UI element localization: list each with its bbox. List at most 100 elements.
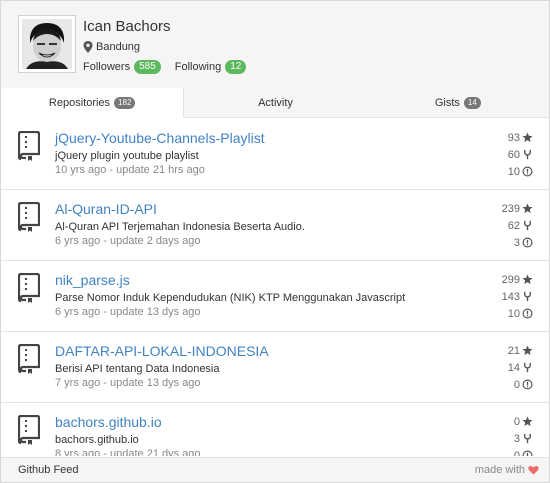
forks-count: 14 — [507, 361, 520, 374]
repo-forks: 143 — [473, 288, 533, 305]
repo-stats: 239 62 3 — [473, 200, 533, 251]
list-item: nik_parse.js Parse Nomor Induk Kependudu… — [1, 261, 549, 332]
tab-label: Repositories — [48, 96, 111, 109]
repo-stars: 93 — [473, 129, 533, 146]
issues-count: 0 — [513, 378, 520, 391]
tab-activity[interactable]: Activity — [184, 88, 366, 117]
footer-credit[interactable]: made with — [475, 464, 539, 476]
avatar[interactable] — [18, 15, 76, 73]
issues-count: 0 — [513, 449, 520, 457]
repo-name-link[interactable]: jQuery-Youtube-Channels-Playlist — [55, 130, 265, 146]
repo-stats: 21 14 0 — [473, 342, 533, 393]
profile-stats: Followers 585 Following 12 — [83, 60, 260, 74]
repo-meta: 8 yrs ago - update 21 dys ago — [55, 448, 201, 456]
repo-stats: 0 3 0 — [473, 413, 533, 456]
repo-issues: 3 — [473, 234, 533, 251]
repo-name-link[interactable]: bachors.github.io — [55, 414, 162, 430]
followers-label: Followers — [83, 61, 131, 73]
widget-footer: Github Feed made with — [1, 457, 549, 482]
repo-stars: 0 — [473, 413, 533, 430]
repo-description: Al-Quran API Terjemahan Indonesia Besert… — [55, 221, 305, 233]
stars-count: 239 — [501, 202, 520, 215]
repo-issues: 10 — [473, 305, 533, 322]
map-marker-icon — [83, 41, 93, 53]
location-text: Bandung — [96, 41, 141, 53]
repo-issues: 0 — [473, 376, 533, 393]
profile-location: Bandung — [83, 41, 140, 53]
list-item: DAFTAR-API-LOKAL-INDONESIA Berisi API te… — [1, 332, 549, 403]
footer-title[interactable]: Github Feed — [18, 464, 79, 476]
repo-name-link[interactable]: nik_parse.js — [55, 272, 130, 288]
issues-count: 3 — [513, 236, 520, 249]
tab-bar: Repositories 182 Activity Gists 14 — [1, 88, 549, 118]
repo-meta: 7 yrs ago - update 13 dys ago — [55, 377, 201, 389]
tab-repositories[interactable]: Repositories 182 — [1, 88, 185, 118]
fork-icon — [524, 362, 531, 373]
issue-icon — [522, 308, 533, 319]
repo-forks: 62 — [473, 217, 533, 234]
repo-description: Berisi API tentang Data Indonesia — [55, 363, 220, 375]
forks-count: 60 — [507, 148, 520, 161]
gists-count-badge: 14 — [463, 96, 481, 109]
repo-stars: 299 — [473, 271, 533, 288]
repo-stars: 21 — [473, 342, 533, 359]
star-icon — [522, 345, 533, 356]
repo-name-link[interactable]: Al-Quran-ID-API — [55, 201, 157, 217]
followers-count-badge: 585 — [134, 60, 161, 74]
forks-count: 62 — [507, 219, 520, 232]
star-icon — [522, 274, 533, 285]
issue-icon — [522, 237, 533, 248]
issue-icon — [522, 379, 533, 390]
repo-forks: 60 — [473, 146, 533, 163]
repositories-count-badge: 182 — [114, 96, 136, 109]
repo-meta: 10 yrs ago - update 21 hrs ago — [55, 164, 205, 176]
followers-stat[interactable]: Followers 585 — [83, 60, 161, 74]
star-icon — [522, 203, 533, 214]
profile-header: Ican Bachors Bandung Followers 585 Follo… — [1, 1, 549, 88]
issue-icon — [522, 450, 533, 456]
tab-gists[interactable]: Gists 14 — [367, 88, 549, 117]
tab-label: Activity — [258, 96, 293, 109]
repo-description: Parse Nomor Induk Kependudukan (NIK) KTP… — [55, 292, 406, 304]
list-item: bachors.github.io bachors.github.io 8 yr… — [1, 403, 549, 456]
fork-icon — [524, 291, 531, 302]
forks-count: 143 — [501, 290, 520, 303]
heart-icon — [528, 465, 539, 475]
repo-meta: 6 yrs ago - update 2 days ago — [55, 235, 201, 247]
following-label: Following — [174, 61, 222, 73]
following-stat[interactable]: Following 12 — [175, 60, 247, 74]
fork-icon — [524, 433, 531, 444]
repo-forks: 14 — [473, 359, 533, 376]
repo-issues: 0 — [473, 447, 533, 456]
avatar-image — [22, 19, 72, 69]
repo-issues: 10 — [473, 163, 533, 180]
stars-count: 299 — [501, 273, 520, 286]
forks-count: 3 — [513, 432, 520, 445]
fork-icon — [524, 220, 531, 231]
repository-list[interactable]: jQuery-Youtube-Channels-Playlist jQuery … — [1, 119, 549, 456]
star-icon — [522, 132, 533, 143]
repo-book-icon — [18, 415, 40, 445]
repo-description: jQuery plugin youtube playlist — [55, 150, 199, 162]
following-count-badge: 12 — [225, 60, 247, 74]
github-feed-widget: Ican Bachors Bandung Followers 585 Follo… — [0, 0, 550, 483]
repo-book-icon — [18, 273, 40, 303]
repo-stats: 93 60 10 — [473, 129, 533, 180]
issues-count: 10 — [507, 165, 520, 178]
tab-label: Gists — [434, 96, 460, 109]
repo-forks: 3 — [473, 430, 533, 447]
profile-name[interactable]: Ican Bachors — [83, 18, 171, 35]
repo-book-icon — [18, 344, 40, 374]
stars-count: 0 — [513, 415, 520, 428]
issue-icon — [522, 166, 533, 177]
fork-icon — [524, 149, 531, 160]
repo-stars: 239 — [473, 200, 533, 217]
repo-stats: 299 143 10 — [473, 271, 533, 322]
repo-description: bachors.github.io — [55, 434, 139, 446]
list-item: jQuery-Youtube-Channels-Playlist jQuery … — [1, 119, 549, 190]
stars-count: 21 — [507, 344, 520, 357]
issues-count: 10 — [507, 307, 520, 320]
repo-name-link[interactable]: DAFTAR-API-LOKAL-INDONESIA — [55, 343, 269, 359]
repo-book-icon — [18, 131, 40, 161]
footer-credit-text: made with — [474, 464, 525, 476]
